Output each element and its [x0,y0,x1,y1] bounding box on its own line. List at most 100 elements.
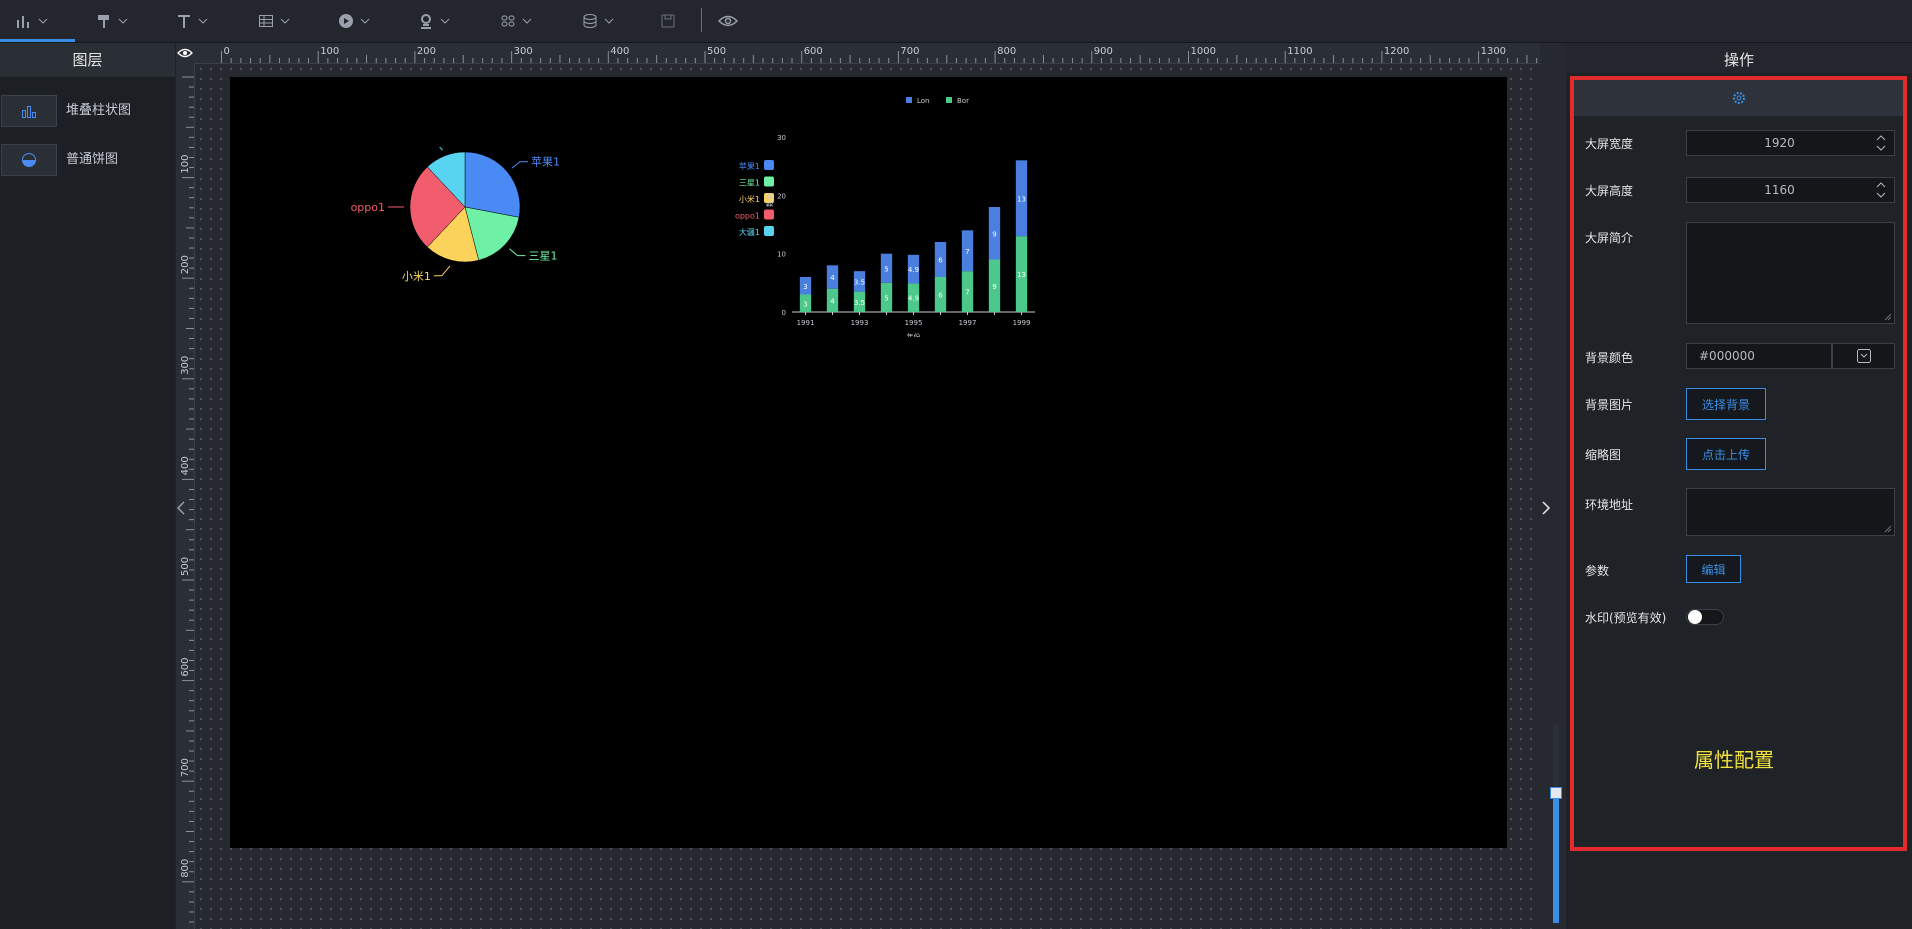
y-axis-label: 数值 [765,193,774,207]
ruler-corner[interactable] [176,43,194,63]
collapse-left-icon[interactable] [176,500,190,520]
bar-data-label: 13 [1017,271,1026,279]
ruler-label: 900 [1094,46,1113,57]
table-menu-button[interactable] [258,8,290,34]
pie-label: 苹果1 [531,155,560,169]
zoom-slider-fill [1553,795,1559,923]
bar-data-label: 9 [992,283,996,291]
ruler-label: 300 [514,46,533,57]
horizontal-ruler[interactable]: 0 100 200 300 400 500 600 700 800 900 1000 1100 1200… [194,43,1540,64]
bar-data-label: 4 [830,274,835,282]
save-icon [661,14,675,28]
layer-label: 堆叠柱状图 [66,103,132,118]
database-menu-button[interactable] [582,8,614,34]
screen-canvas[interactable]: 苹果1三星1小米1oppo1大疆1苹果1三星1小米1oppo1大疆1 LonBo… [230,77,1507,848]
bar-data-label: 6 [938,257,943,265]
bar-data-label: 7 [965,289,969,297]
bar-chart-icon [17,16,29,28]
text-icon [178,15,190,28]
media-menu-button[interactable] [338,8,370,34]
ruler-label: 600 [180,658,191,677]
chart-menu-button[interactable] [16,8,48,34]
bar-data-label: 4.9 [908,266,919,274]
layer-item-pie[interactable]: 普通饼图 [0,144,175,176]
active-tab-indicator [0,39,75,42]
chevron-down-icon [118,18,128,24]
ruler-label: 400 [610,46,629,57]
ruler-label: 100 [180,155,191,174]
bar-data-label: 4 [830,297,835,305]
bar-data-label: 3.5 [854,278,865,286]
bar-data-label: 3 [803,283,807,291]
ruler-label: 300 [180,356,191,375]
ruler-label: 800 [180,859,191,878]
ruler-label: 200 [417,46,436,57]
ruler-label: 200 [180,255,191,274]
layers-panel-title: 图层 [0,43,175,77]
database-icon [583,14,597,28]
layer-item-stacked-bar[interactable]: 堆叠柱状图 [0,95,175,127]
bar-data-label: 6 [938,292,943,300]
eye-icon [718,15,738,27]
ruler-label: 500 [707,46,726,57]
legend-swatch [906,97,912,103]
y-tick-label: 10 [777,251,786,259]
vertical-ruler[interactable]: 100 200 300 400 500 600 700 800 [176,63,195,929]
bar-data-label: 3.5 [854,299,865,307]
y-tick-label: 30 [777,134,786,142]
pie-slice [464,151,521,218]
toolbar-divider [701,8,702,32]
text-menu-button[interactable] [176,8,208,34]
widgets-icon [501,15,515,27]
chevron-down-icon [38,18,48,24]
widgets-menu-button[interactable] [500,8,532,34]
annotation-text: 属性配置 [1694,748,1774,772]
collapse-right-icon[interactable] [1541,500,1557,520]
legend-label: Lon [917,97,930,105]
ruler-label: 700 [900,46,919,57]
bar-data-label: 13 [1017,195,1026,203]
bar-data-label: 7 [965,248,969,256]
x-axis-label: 年份 [907,332,921,337]
ruler-label: 400 [180,456,191,475]
ruler-label: 1000 [1191,46,1216,57]
table-icon [259,15,273,27]
save-button[interactable] [660,8,676,34]
ruler-label: 100 [320,46,339,57]
play-circle-icon [339,14,353,28]
chevron-down-icon [522,18,532,24]
pie-chart-icon [22,153,36,167]
highlight-frame [1570,76,1907,851]
ruler-label: 700 [180,758,191,777]
pie-label: 大疆1 [395,147,424,148]
map-menu-button[interactable] [418,8,450,34]
x-tick-label: 1997 [959,319,977,327]
preview-button[interactable] [718,8,738,34]
pie-chart[interactable]: 苹果1三星1小米1oppo1大疆1苹果1三星1小米1oppo1大疆1 [340,147,780,347]
top-toolbar [0,0,1912,43]
stacked-bar-chart[interactable]: Lon Bor 0 10 20 30 数值 3 3 4 4 3.5 3.5 5 5 4.9 4.9 6 6 7 7 9 9 1… [750,77,1050,337]
x-tick-label: 1999 [1013,319,1031,327]
bar-data-label: 9 [992,230,996,238]
brush-menu-button[interactable] [96,8,128,34]
bar-data-label: 3 [803,300,807,308]
bar-data-label: 5 [884,294,888,302]
pie-label: oppo1 [351,201,385,214]
pie-label-line [433,265,451,277]
zoom-slider-handle[interactable] [1550,787,1562,799]
pie-label-line [439,147,443,151]
ruler-label: 1100 [1287,46,1312,57]
x-tick-label: 1993 [851,319,869,327]
chevron-down-icon [198,18,208,24]
ruler-label: 500 [180,557,191,576]
chevron-down-icon [280,18,290,24]
ruler-label: 0 [224,46,230,57]
pie-label: 三星1 [528,250,557,263]
layer-label: 普通饼图 [66,152,119,167]
map-pin-icon [421,14,431,29]
ruler-label: 800 [997,46,1016,57]
pie-label-line [511,161,529,169]
ruler-ticks: 100 200 300 400 500 600 700 800 [180,76,194,923]
ruler-label: 1200 [1384,46,1409,57]
x-tick-label: 1995 [905,319,923,327]
